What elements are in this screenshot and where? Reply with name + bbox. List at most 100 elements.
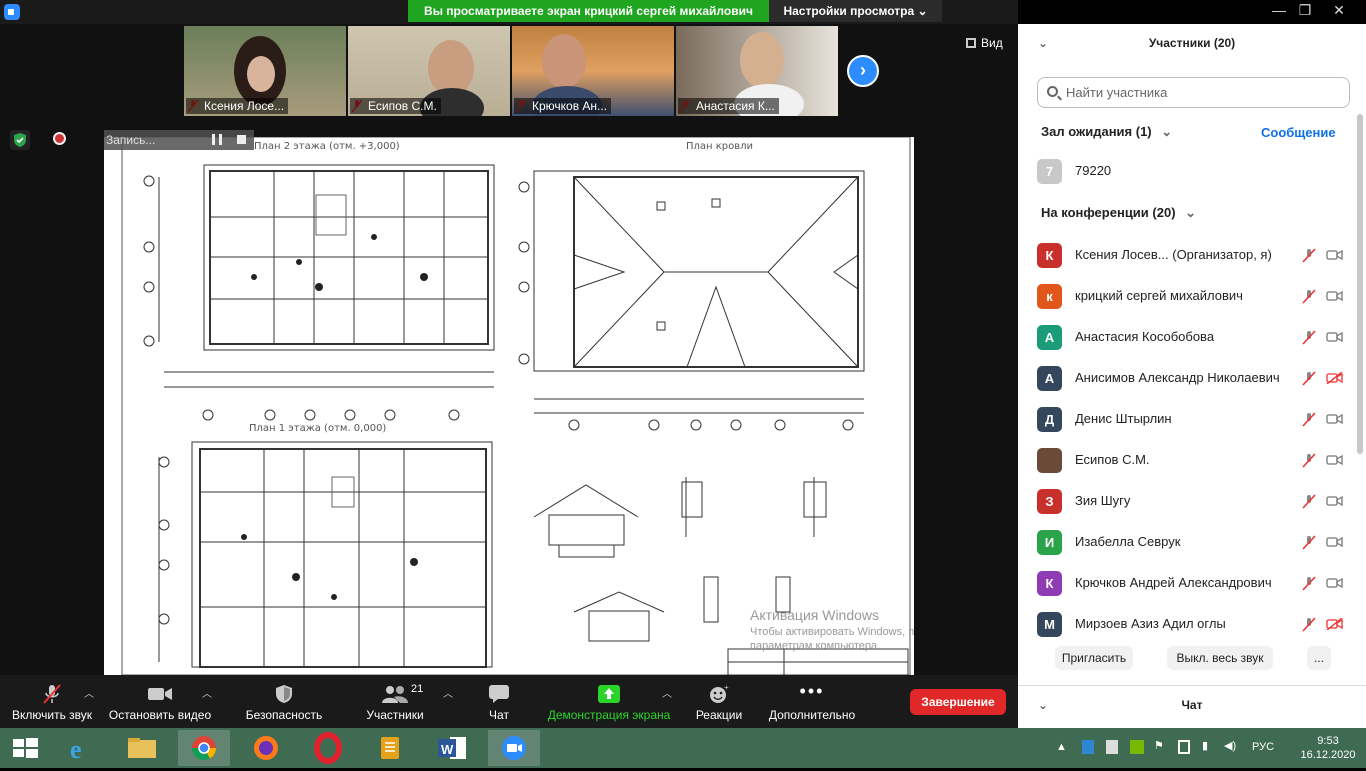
taskbar-zoom[interactable] [488, 730, 540, 766]
audio-options-caret-icon[interactable]: ︿ [84, 685, 94, 700]
chat-section-header[interactable]: ⌄ Чат [1018, 685, 1366, 728]
mic-off-icon [1302, 412, 1316, 427]
mic-off-icon [1302, 576, 1316, 591]
participant-name: Зия Шугу [1075, 493, 1131, 508]
document-app-icon [381, 737, 399, 759]
more-label: Дополнительно [768, 708, 856, 722]
taskbar-chrome[interactable] [178, 730, 230, 766]
taskbar-app[interactable] [364, 730, 416, 766]
waiting-participant-row[interactable]: 7 79220 [1018, 151, 1358, 192]
chrome-icon [192, 736, 216, 761]
participant-row[interactable]: А Анастасия Кособобова [1018, 317, 1358, 358]
shield-icon [276, 685, 292, 703]
taskbar-firefox[interactable] [240, 730, 292, 766]
avatar: И [1037, 530, 1062, 555]
security-button[interactable]: Безопасность [240, 675, 328, 728]
participant-name: Крючков Андрей Александрович [1075, 575, 1272, 590]
avatar: к [1037, 284, 1062, 309]
start-button[interactable] [0, 730, 50, 766]
participant-row[interactable]: А Анисимов Александр Николаевич [1018, 358, 1358, 399]
participant-name: Анастасия Кособобова [1075, 329, 1215, 344]
mic-off-icon [43, 684, 61, 704]
mic-off-icon [1302, 371, 1316, 386]
participant-list-scrollbar[interactable] [1357, 114, 1363, 454]
meeting-area: Вы просматриваете экран крицкий сергей м… [0, 0, 1018, 728]
more-button[interactable]: ••• Дополнительно [764, 675, 860, 728]
avatar: 7 [1037, 159, 1062, 184]
participant-row[interactable]: И Изабелла Севрук [1018, 522, 1358, 563]
view-button[interactable]: Вид [966, 36, 1003, 50]
taskbar-internet-explorer[interactable]: e [56, 730, 108, 766]
taskbar-file-explorer[interactable] [116, 730, 168, 766]
waiting-room-header[interactable]: Зал ожидания (1) ⌄ [1041, 124, 1172, 140]
participant-row[interactable]: М Мирзоев Азиз Адил оглы [1018, 604, 1358, 645]
invite-button[interactable]: Пригласить [1055, 646, 1133, 670]
avatar: З [1037, 489, 1062, 514]
pause-recording-icon[interactable] [212, 134, 222, 145]
message-waiting-link[interactable]: Сообщение [1261, 125, 1336, 140]
mute-all-button[interactable]: Выкл. весь звук [1167, 646, 1273, 670]
tray-flag-icon[interactable]: ⚑ [1154, 739, 1164, 752]
share-screen-button[interactable]: Демонстрация экрана [544, 675, 674, 728]
stop-video-button[interactable]: Остановить видео [106, 675, 214, 728]
participant-row[interactable]: К Ксения Лосев... (Организатор, я) [1018, 235, 1358, 276]
view-label: Вид [981, 36, 1003, 50]
maximize-button[interactable]: ❐ [1288, 0, 1322, 22]
tray-nvidia-icon[interactable] [1130, 740, 1144, 754]
chevron-right-icon: › [860, 60, 866, 80]
video-options-caret-icon[interactable]: ︿ [202, 685, 212, 700]
clock-date: 16.12.2020 [1300, 749, 1356, 761]
tray-volume-icon[interactable]: ◀) [1224, 739, 1236, 752]
view-settings-button[interactable]: Настройки просмотра ⌄ [769, 0, 942, 22]
camera-icon [1326, 577, 1343, 589]
windows-activation-text: Чтобы активировать Windows, перейдите к [750, 626, 914, 638]
participants-options-caret-icon[interactable]: ︿ [443, 685, 453, 700]
more-options-button[interactable]: ... [1307, 646, 1331, 670]
unmute-button[interactable]: Включить звук [4, 675, 100, 728]
taskbar-clock[interactable]: 9:53 16.12.2020 [1296, 734, 1360, 762]
chat-title: Чат [1181, 698, 1203, 712]
participant-row[interactable]: Д Денис Штырлин [1018, 399, 1358, 440]
encryption-shield-icon[interactable] [10, 130, 30, 150]
participant-row[interactable]: З Зия Шугу [1018, 481, 1358, 522]
taskbar-opera[interactable] [302, 730, 354, 766]
participant-row[interactable]: К Крючков Андрей Александрович [1018, 563, 1358, 604]
reactions-button[interactable]: + Реакции [690, 675, 748, 728]
in-meeting-label: На конференции (20) [1041, 205, 1176, 220]
chat-label: Чат [489, 708, 509, 722]
close-window-button[interactable]: ✕ [1322, 0, 1356, 22]
zoom-icon [502, 736, 526, 760]
share-options-caret-icon[interactable]: ︿ [662, 685, 672, 700]
tray-network-icon[interactable] [1178, 740, 1190, 754]
tray-app-icon[interactable] [1106, 740, 1118, 754]
taskbar-word[interactable]: W [426, 730, 478, 766]
participant-name: Ксения Лосев... (Организатор, я) [1075, 247, 1272, 262]
in-meeting-header[interactable]: На конференции (20) ⌄ [1041, 205, 1196, 221]
language-indicator[interactable]: РУС [1252, 741, 1274, 753]
search-participant-input[interactable]: Найти участника [1037, 77, 1350, 108]
system-tray: ▲ ⚑ ▮ ◀) РУС [1056, 728, 1296, 768]
tray-chevron-up-icon[interactable]: ▲ [1056, 741, 1067, 753]
video-thumbnail[interactable]: Крючков Ан... [512, 26, 674, 116]
panel-header: ⌄ Участники (20) [1018, 24, 1366, 64]
end-meeting-button[interactable]: Завершение [910, 689, 1006, 715]
avatar: А [1037, 366, 1062, 391]
participant-video [740, 32, 784, 88]
video-thumbnail[interactable]: Анастасия К... [676, 26, 838, 116]
view-settings-label: Настройки просмотра [783, 4, 915, 18]
participant-name: Мирзоев Азиз Адил оглы [1075, 616, 1226, 631]
svg-text:+: + [724, 684, 729, 692]
participant-row[interactable]: к крицкий сергей михайлович [1018, 276, 1358, 317]
participant-row[interactable]: Есипов С.М. [1018, 440, 1358, 481]
tray-app-icon[interactable]: ▮ [1202, 739, 1208, 752]
stop-recording-icon[interactable] [237, 135, 246, 144]
video-thumbnail[interactable]: Есипов С.М. [348, 26, 510, 116]
share-screen-label: Демонстрация экрана [547, 708, 671, 722]
tray-app-icon[interactable] [1082, 740, 1094, 754]
recording-label: Запись... [106, 133, 156, 147]
avatar: Д [1037, 407, 1062, 432]
chat-button[interactable]: Чат [474, 675, 524, 728]
windows-taskbar: e W ▲ ⚑ ▮ ◀) РУС 9:53 16.12.2020 [0, 728, 1366, 768]
next-page-button[interactable]: › [847, 55, 879, 87]
video-thumbnail[interactable]: Ксения Лосе... [184, 26, 346, 116]
